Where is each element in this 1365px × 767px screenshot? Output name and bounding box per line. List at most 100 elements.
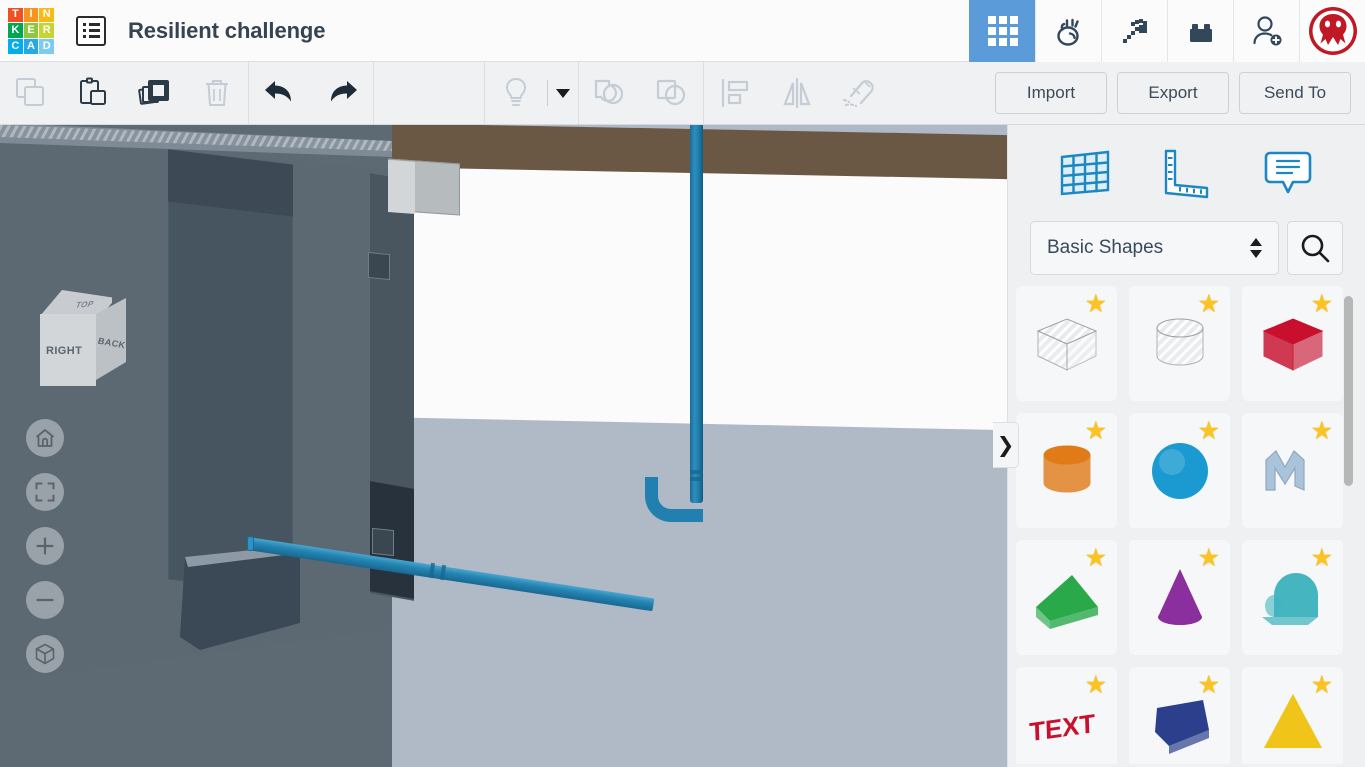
shape-pyramid[interactable]: ★	[1242, 667, 1343, 764]
shapes-scrollbar-track[interactable]	[1344, 286, 1359, 764]
view-cube[interactable]: TOP RIGHT BACK	[26, 290, 130, 390]
main-toolbar: Import Export Send To	[0, 61, 1365, 125]
light-dropdown-wrap	[547, 62, 578, 125]
zoom-in-button[interactable]	[26, 527, 64, 565]
page-title[interactable]: Resilient challenge	[128, 18, 325, 44]
scene-pipe-end-cap	[247, 536, 254, 551]
mirror-flip-icon[interactable]	[766, 62, 828, 125]
import-button[interactable]: Import	[995, 72, 1107, 114]
fit-view-button[interactable]	[26, 473, 64, 511]
redo-arrow-icon[interactable]	[311, 62, 373, 125]
shape-box-hole[interactable]: ★	[1016, 286, 1117, 401]
favorite-star-icon[interactable]: ★	[1198, 419, 1220, 444]
logo-cell-a: A	[23, 38, 39, 54]
tinkercad-logo[interactable]: TIN KER CAD	[8, 7, 54, 54]
toolbar-light-group	[485, 62, 578, 125]
shape-scribble[interactable]: ★	[1242, 413, 1343, 528]
logo-cell-n: N	[39, 7, 54, 23]
logo-cell-c: C	[8, 38, 23, 54]
scene-vent-box-face	[388, 160, 415, 214]
undo-arrow-icon[interactable]	[249, 62, 311, 125]
favorite-star-icon[interactable]: ★	[1085, 673, 1107, 698]
scene-small-box-lower	[372, 527, 394, 557]
delete-trash-icon[interactable]	[186, 62, 248, 125]
workplane-tab[interactable]	[1052, 143, 1118, 203]
shapes-scroll-region[interactable]: ★ ★ ★ ★ ★ ★ ★ ★ ★ TEXT ★ ★ ★	[1008, 286, 1365, 764]
ruler-tab[interactable]	[1153, 143, 1219, 203]
3d-viewport[interactable]: TOP RIGHT BACK	[0, 125, 1007, 767]
logo-cell-e: E	[23, 23, 39, 38]
favorite-star-icon[interactable]: ★	[1311, 419, 1333, 444]
project-menu-button[interactable]	[76, 15, 106, 46]
circuits-icon[interactable]	[1035, 0, 1101, 62]
toolbar-actions: Import Export Send To	[995, 72, 1365, 114]
3d-scene	[0, 125, 1007, 767]
viewport-controls	[26, 419, 64, 673]
favorite-star-icon[interactable]: ★	[1311, 673, 1333, 698]
shapes-panel: Basic Shapes ★ ★ ★ ★ ★ ★ ★ ★ ★ TEXT ★ ★ ★	[1007, 125, 1365, 767]
shape-roof[interactable]: ★	[1016, 540, 1117, 655]
user-avatar[interactable]	[1299, 0, 1365, 62]
group-icon[interactable]	[579, 62, 641, 125]
shape-sphere[interactable]: ★	[1129, 413, 1230, 528]
shape-library-select[interactable]: Basic Shapes	[1030, 221, 1279, 275]
scene-pipe-vertical	[690, 125, 703, 503]
notes-tab[interactable]	[1255, 143, 1321, 203]
magnet-snap-icon[interactable]	[828, 62, 890, 125]
lego-brick-icon[interactable]	[1167, 0, 1233, 62]
shape-cylinder[interactable]: ★	[1016, 413, 1117, 528]
paste-icon[interactable]	[62, 62, 124, 125]
scene-pipe-elbow	[645, 477, 703, 522]
search-button[interactable]	[1287, 221, 1343, 275]
ungroup-icon[interactable]	[641, 62, 703, 125]
zoom-out-button[interactable]	[26, 581, 64, 619]
scene-pipe-ring	[690, 477, 703, 481]
shape-cylinder-hole[interactable]: ★	[1129, 286, 1230, 401]
hamburger-list-icon	[82, 23, 100, 26]
favorite-star-icon[interactable]: ★	[1085, 419, 1107, 444]
app-header: TIN KER CAD Resilient challenge	[0, 0, 1365, 62]
send-to-button[interactable]: Send To	[1239, 72, 1351, 114]
designs-grid-icon[interactable]	[969, 0, 1035, 62]
copy-icon[interactable]	[0, 62, 62, 125]
logo-cell-i: I	[23, 7, 39, 23]
shapes-grid: ★ ★ ★ ★ ★ ★ ★ ★ ★ TEXT ★ ★ ★	[1016, 286, 1343, 764]
header-nav-icons	[969, 0, 1365, 62]
scene-pipe-ring	[690, 470, 703, 474]
favorite-star-icon[interactable]: ★	[1198, 546, 1220, 571]
logo-cell-t: T	[8, 7, 23, 23]
export-button[interactable]: Export	[1117, 72, 1229, 114]
toolbar-align-group	[704, 62, 890, 125]
scene-small-box-upper	[368, 251, 390, 281]
panel-collapse-handle[interactable]: ❯	[993, 422, 1019, 468]
projection-toggle-button[interactable]	[26, 635, 64, 673]
minecraft-pickaxe-icon[interactable]	[1101, 0, 1167, 62]
favorite-star-icon[interactable]: ★	[1198, 292, 1220, 317]
align-icon[interactable]	[704, 62, 766, 125]
shape-text[interactable]: TEXT ★	[1016, 667, 1117, 764]
favorite-star-icon[interactable]: ★	[1085, 292, 1107, 317]
shape-round-roof[interactable]: ★	[1242, 540, 1343, 655]
chevron-down-icon[interactable]	[548, 62, 578, 125]
view-cube-left-label: RIGHT	[46, 345, 83, 357]
shape-cone[interactable]: ★	[1129, 540, 1230, 655]
favorite-star-icon[interactable]: ★	[1311, 292, 1333, 317]
favorite-star-icon[interactable]: ★	[1085, 546, 1107, 571]
toolbar-divider	[373, 61, 374, 125]
favorite-star-icon[interactable]: ★	[1198, 673, 1220, 698]
shape-library-value: Basic Shapes	[1047, 237, 1164, 258]
toolbar-group-group	[579, 62, 703, 125]
logo-cell-k: K	[8, 23, 23, 38]
panel-tabs	[1008, 125, 1365, 220]
duplicate-icon[interactable]	[124, 62, 186, 125]
home-view-button[interactable]	[26, 419, 64, 457]
lightbulb-icon[interactable]	[485, 62, 547, 125]
view-cube-top-label: TOP	[74, 299, 96, 310]
chevron-updown-icon	[1250, 238, 1262, 258]
add-user-icon[interactable]	[1233, 0, 1299, 62]
shape-polygon[interactable]: ★	[1129, 667, 1230, 764]
svg-text:TEXT: TEXT	[1028, 707, 1095, 746]
shape-box[interactable]: ★	[1242, 286, 1343, 401]
shapes-scrollbar-thumb[interactable]	[1344, 296, 1353, 486]
favorite-star-icon[interactable]: ★	[1311, 546, 1333, 571]
